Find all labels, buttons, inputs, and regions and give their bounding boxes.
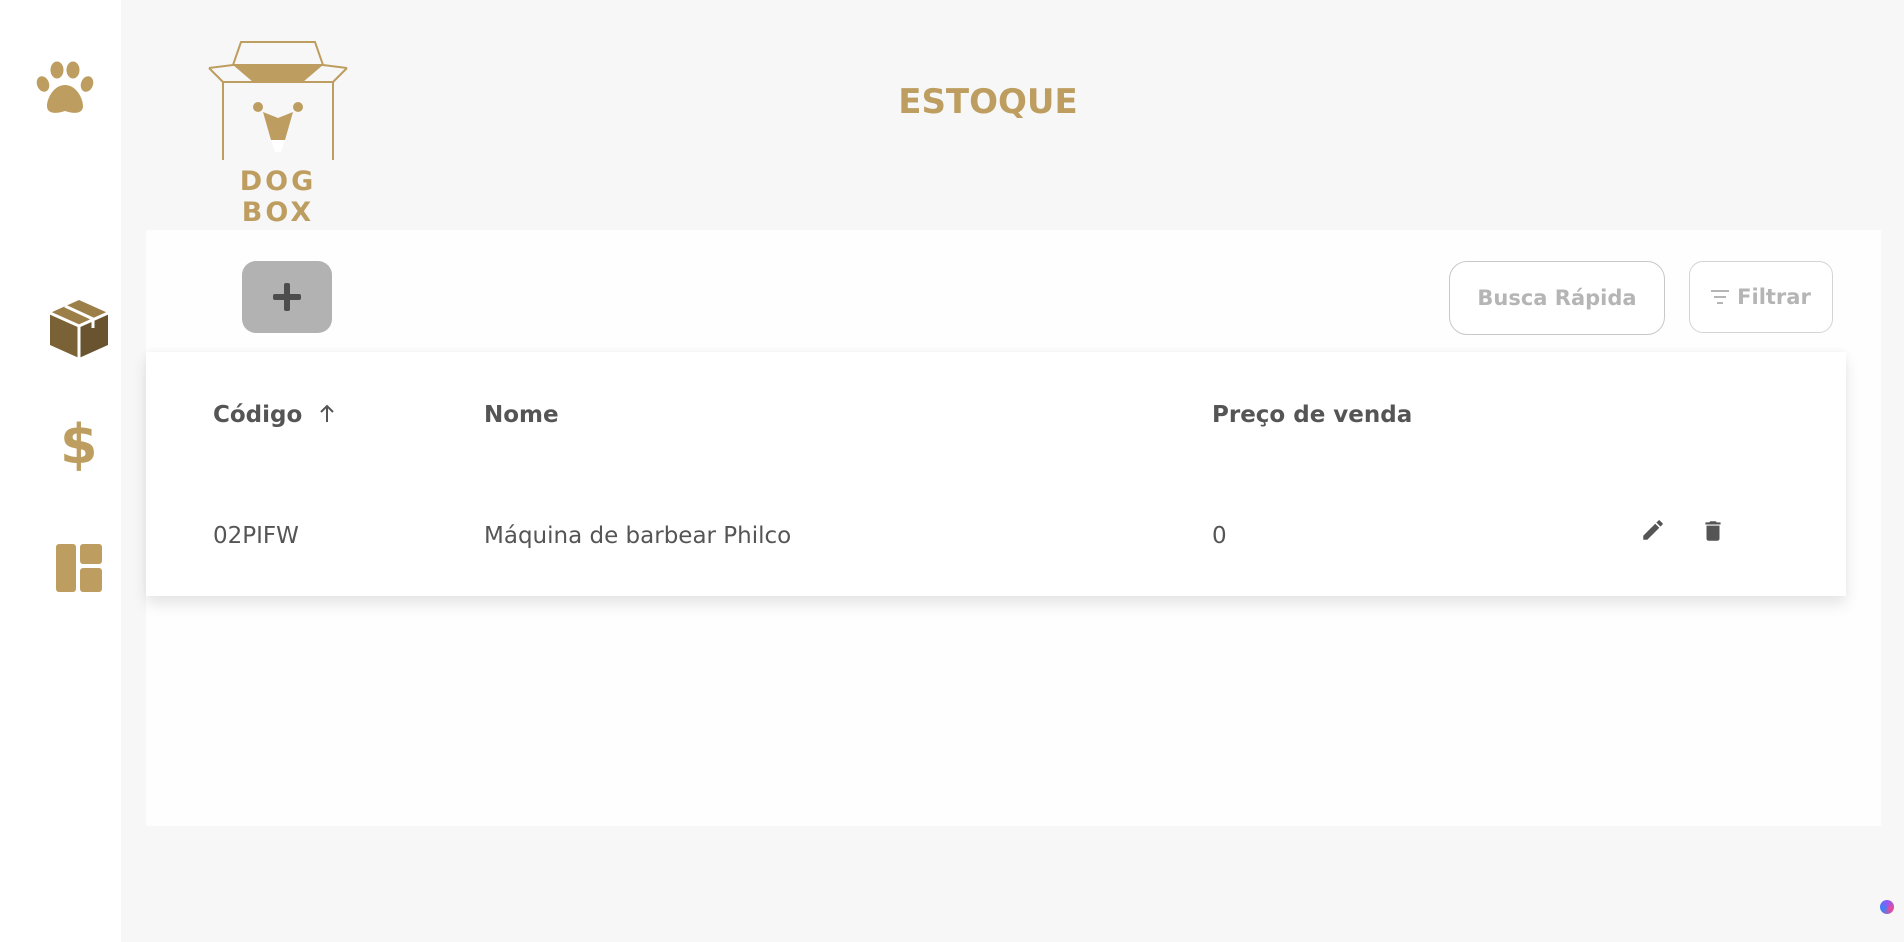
quick-search-button[interactable]: Busca Rápida bbox=[1449, 261, 1665, 335]
plus-icon bbox=[273, 283, 301, 311]
cell-preco: 0 bbox=[1212, 523, 1227, 549]
paw-icon[interactable] bbox=[34, 60, 96, 116]
delete-icon[interactable] bbox=[1700, 517, 1726, 549]
assistant-widget-icon[interactable] bbox=[1880, 900, 1894, 914]
dog-box-logo bbox=[203, 40, 353, 193]
stock-table bbox=[146, 352, 1846, 596]
column-label: Código bbox=[213, 402, 303, 428]
dashboard-icon[interactable] bbox=[56, 544, 102, 592]
cell-codigo: 02PIFW bbox=[213, 523, 299, 549]
column-header-preco[interactable]: Preço de venda bbox=[1212, 402, 1412, 428]
page-title: ESTOQUE bbox=[898, 82, 1078, 122]
filter-icon bbox=[1711, 290, 1730, 304]
filter-button[interactable]: Filtrar bbox=[1689, 261, 1833, 333]
column-header-nome[interactable]: Nome bbox=[484, 402, 559, 428]
column-header-codigo[interactable]: Código bbox=[213, 402, 336, 428]
sidebar: $ bbox=[0, 0, 121, 942]
dollar-icon[interactable]: $ bbox=[60, 418, 98, 472]
add-item-button[interactable] bbox=[242, 261, 332, 333]
edit-icon[interactable] bbox=[1640, 517, 1666, 547]
cell-nome: Máquina de barbear Philco bbox=[484, 523, 792, 549]
filter-label: Filtrar bbox=[1737, 285, 1811, 309]
sort-ascending-icon[interactable] bbox=[318, 402, 336, 424]
box-icon[interactable] bbox=[48, 298, 110, 360]
logo-text: DOG BOX bbox=[239, 166, 317, 228]
